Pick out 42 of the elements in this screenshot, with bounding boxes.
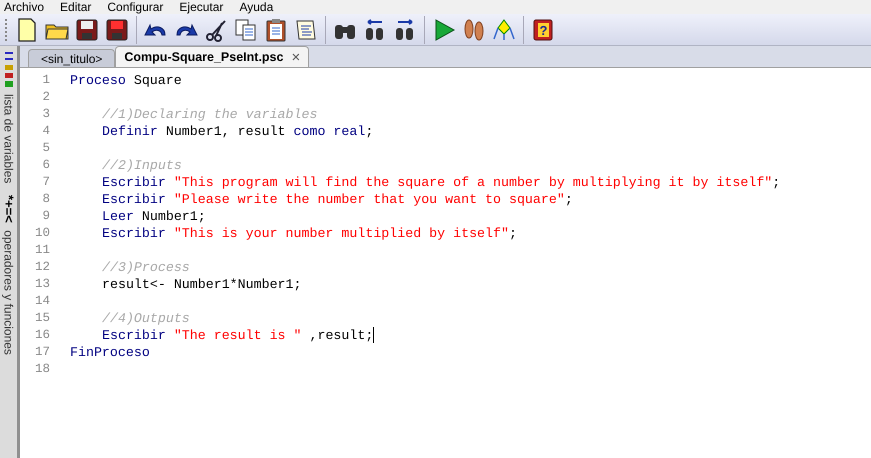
line-number: 11	[34, 242, 50, 259]
editor-tab[interactable]: Compu-Square_PseInt.psc ×	[115, 46, 310, 67]
code-line: Definir Number1, result como real;	[102, 123, 374, 140]
code-line: Leer Number1;	[102, 208, 206, 225]
menu-item[interactable]: Ejecutar	[179, 1, 224, 13]
code-line: //3)Process	[102, 259, 190, 276]
line-number: 15	[34, 310, 50, 327]
code-line: //4)Outputs	[102, 310, 190, 327]
menu-item[interactable]: Editar	[60, 1, 92, 13]
editor-tab[interactable]: <sin_titulo>	[28, 49, 116, 67]
line-number: 12	[34, 259, 50, 276]
line-number: 5	[41, 140, 50, 157]
line-number: 10	[34, 225, 50, 242]
line-number: 6	[41, 157, 50, 174]
code-line: Escribir "The result is " ,result;	[102, 327, 374, 344]
line-number: 8	[41, 191, 50, 208]
line-number: 1	[41, 72, 50, 89]
menu-item[interactable]: Ayuda	[239, 1, 274, 13]
side-panel-tab[interactable]: *+=< operadores y funciones	[0, 195, 18, 356]
line-number: 3	[41, 106, 50, 123]
code-line: result<- Number1*Number1;	[102, 276, 302, 293]
line-number: 14	[34, 293, 50, 310]
close-tab-button[interactable]: ×	[291, 50, 300, 64]
code-line: Escribir "This is your number multiplied by itself";	[102, 225, 517, 242]
menu-item[interactable]: Archivo	[4, 1, 44, 13]
line-number: 13	[34, 276, 50, 293]
line-number: 9	[41, 208, 50, 225]
code-line: Escribir "This program will find the square of a number by multiplying it by itself";	[102, 174, 780, 191]
line-number: 18	[34, 361, 50, 378]
line-number: 4	[41, 123, 50, 140]
code-line: Proceso Square	[70, 72, 182, 89]
code-line: //2)Inputs	[102, 157, 182, 174]
line-number: 16	[34, 327, 50, 344]
toolbar-grip-icon	[4, 16, 8, 42]
side-panel-tab[interactable]: lista de variables	[0, 50, 18, 184]
code-line: Escribir "Please write the number that you want to square";	[102, 191, 573, 208]
line-number: 17	[34, 344, 50, 361]
code-line: //1)Declaring the variables	[102, 106, 318, 123]
code-line: FinProceso	[70, 344, 150, 361]
line-number: 2	[41, 89, 50, 106]
line-number: 7	[41, 174, 50, 191]
menu-item[interactable]: Configurar	[107, 1, 164, 13]
